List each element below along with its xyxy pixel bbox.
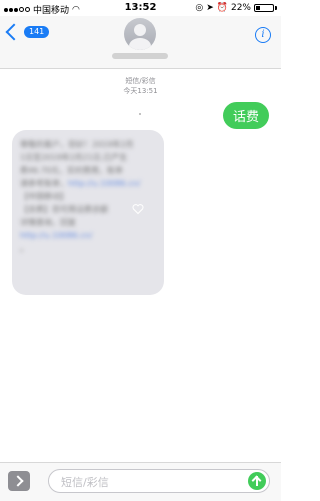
rotation-lock-icon: ◎ [195,3,204,13]
message-line: 。 [20,244,28,253]
message-input-field[interactable] [48,469,270,493]
back-button[interactable]: 141 [5,23,50,41]
person-icon-head [134,24,146,36]
location-icon: ➤ [206,3,214,13]
incoming-message-text: 尊敬的客户，您好！2019年2月 1日至2019年2月21日,已产生 费46.7… [12,130,164,263]
message-line: 请参考账单， [20,179,68,188]
alarm-icon: ⏰ [216,3,228,13]
contact-avatar[interactable] [124,18,156,50]
message-line: 尊敬的客户，您好！2019年2月 [20,140,134,149]
message-line: 费46.70元，实时费用，账单 [20,166,123,175]
apps-drawer-button[interactable] [8,471,30,491]
message-timestamp: 今天13:51 [123,87,158,95]
person-icon-body [129,38,151,50]
message-link[interactable]: http://u.10086.cn/ [20,229,156,242]
message-input[interactable] [59,473,233,491]
heart-watermark-icon [132,204,144,215]
message-type-label: 短信/彩信 [125,77,156,85]
message-link[interactable]: http://u.10086.cn/ [68,179,140,188]
outgoing-message-bubble[interactable]: 话费 [222,102,269,129]
status-right: ◎ ➤ ⏰ 22% [195,3,277,13]
battery-icon [254,4,274,12]
send-arrow-icon[interactable] [248,472,266,490]
message-line: 【中国移动】 [20,192,68,201]
message-line: 详情查询，回复 [20,218,76,227]
dot-mark [139,113,141,115]
battery-percent: 22% [230,3,251,13]
chevron-left-icon [5,23,23,41]
composer-bar [0,462,281,501]
message-line: 1日至2019年2月21日,已产生 [20,153,128,162]
conversation-nav-bar: 141 i [0,16,281,69]
unread-count-badge: 141 [24,26,50,38]
status-bar: 中国移动 ◠ 13:52 ◎ ➤ ⏰ 22% [0,0,281,16]
info-icon[interactable]: i [255,27,271,43]
contact-name-redacted[interactable] [112,53,168,59]
